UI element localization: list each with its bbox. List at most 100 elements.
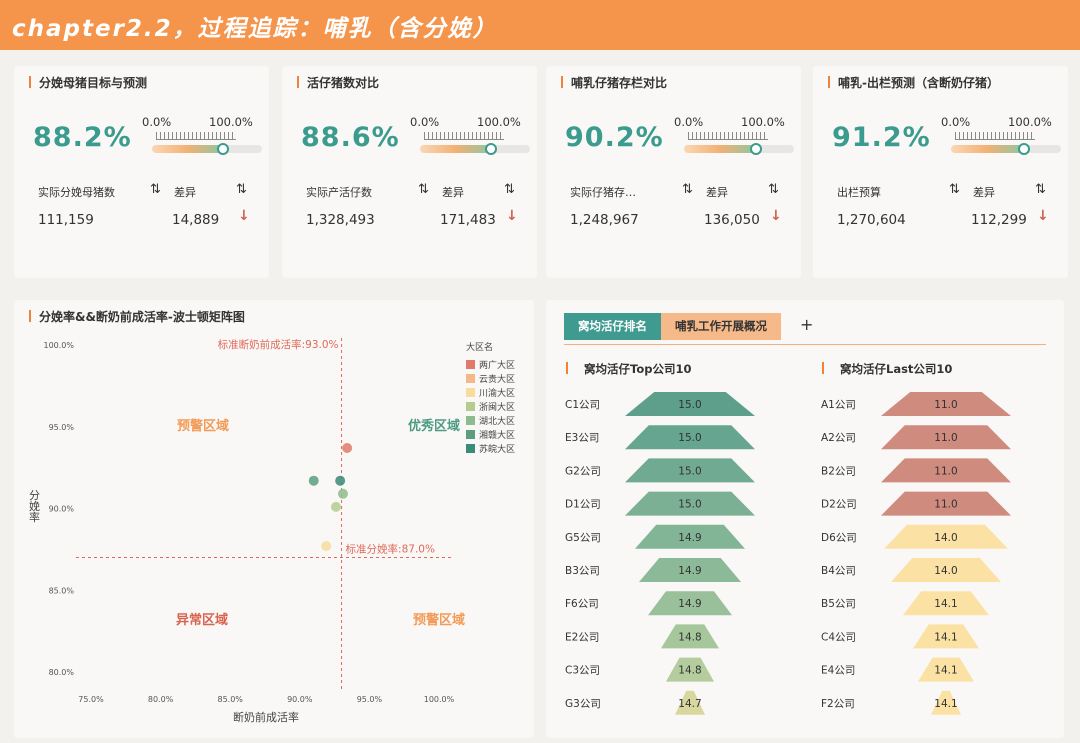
- funnel-value: 11.0: [934, 499, 957, 511]
- gauge-knob: [1018, 143, 1030, 155]
- kpi-percent: 91.2%: [832, 122, 931, 153]
- gauge-ticks: [424, 132, 504, 140]
- kpi-title: 哺乳-出栏预测（含断奶仔猪）: [828, 74, 999, 91]
- gauge-min-label: 0.0%: [142, 115, 172, 129]
- scatter-point: [321, 541, 332, 552]
- scatter-point: [337, 488, 348, 499]
- funnel-category: D6公司: [821, 532, 857, 544]
- col-label-actual: 出栏预算: [837, 186, 881, 199]
- legend-label: 两广大区: [479, 359, 515, 371]
- arrow-down-icon: ↓: [1037, 208, 1049, 224]
- quadrant-label-bottom-right: 预警区域: [413, 612, 465, 628]
- gauge-fill: [684, 145, 756, 153]
- x-reference-label: 标准断奶前成活率:93.0%: [218, 338, 339, 351]
- y-reference-label: 标准分娩率:87.0%: [346, 543, 435, 556]
- funnel-category: A2公司: [821, 432, 856, 444]
- funnel-value: 14.8: [678, 665, 701, 677]
- y-tick-label: 95.0%: [49, 423, 75, 432]
- diff-value: 112,299: [971, 212, 1027, 228]
- x-tick-label: 95.0%: [357, 695, 383, 704]
- x-tick-label: 100.0%: [424, 695, 455, 704]
- sort-icon[interactable]: ⇅: [949, 183, 960, 196]
- x-tick-label: 75.0%: [78, 695, 104, 704]
- sort-icon[interactable]: ⇅: [504, 183, 515, 196]
- funnel-category: G3公司: [565, 698, 601, 710]
- sort-icon[interactable]: ⇅: [236, 183, 247, 196]
- y-axis-title: 分娩率: [28, 489, 41, 523]
- diff-value: 14,889: [172, 212, 220, 228]
- quadrant-label-top-left: 预警区域: [177, 418, 229, 434]
- funnel-category: D1公司: [565, 499, 601, 511]
- scatter-point: [342, 443, 353, 454]
- gauge-knob: [485, 143, 497, 155]
- x-tick-label: 90.0%: [287, 695, 313, 704]
- gauge-min-label: 0.0%: [410, 115, 440, 129]
- funnel-category: E3公司: [565, 432, 599, 444]
- y-tick-label: 90.0%: [49, 505, 75, 514]
- gauge-ticks: [688, 132, 768, 140]
- col-label-diff: 差异: [706, 186, 728, 199]
- x-tick-label: 85.0%: [217, 695, 243, 704]
- funnel-value: 11.0: [934, 465, 957, 477]
- boston-matrix-chart: 75.0% 80.0% 85.0% 90.0% 95.0% 100.0% 100.0% 95.…: [28, 338, 515, 724]
- legend-label: 云贵大区: [479, 373, 515, 385]
- col-label-actual: 实际分娩母猪数: [38, 186, 115, 199]
- funnel-category: B4公司: [821, 565, 856, 577]
- legend-title: 大区名: [466, 341, 493, 353]
- funnel-category: F2公司: [821, 698, 855, 710]
- funnel-category: A1公司: [821, 399, 856, 411]
- diff-value: 171,483: [440, 212, 496, 228]
- actual-value: 1,328,493: [306, 212, 375, 228]
- arrow-down-icon: ↓: [770, 208, 782, 224]
- legend-label: 川渝大区: [479, 387, 515, 399]
- col-label-actual: 实际仔猪存…: [570, 186, 636, 199]
- scatter-point: [330, 501, 341, 512]
- funnel-value: 11.0: [934, 432, 957, 444]
- funnel-value: 14.0: [934, 565, 957, 577]
- kpi-card: 哺乳仔猪存栏对比 90.2% 0.0% 100.0% 实际仔猪存… ⇅ 差异 ⇅ 1,248,9…: [546, 66, 801, 278]
- kpi-title: 哺乳仔猪存栏对比: [561, 74, 667, 91]
- ranking-funnels: C1公司 15.0 E3公司 15.0 G2公司 15.0 D1公司 15.0 G5公司 14.9…: [565, 392, 1011, 715]
- kpi-percent: 88.6%: [301, 122, 400, 153]
- scatter-point: [335, 475, 346, 486]
- funnel-value: 14.0: [934, 532, 957, 544]
- funnel-value: 14.1: [934, 698, 957, 710]
- legend-swatch: [466, 416, 475, 425]
- legend-label: 浙闽大区: [479, 401, 515, 413]
- x-tick-label: 80.0%: [148, 695, 174, 704]
- sort-icon[interactable]: ⇅: [682, 183, 693, 196]
- gauge-min-label: 0.0%: [941, 115, 971, 129]
- funnel-value: 14.1: [934, 598, 957, 610]
- actual-value: 111,159: [38, 212, 94, 228]
- gauge-track: [684, 143, 794, 155]
- sort-icon[interactable]: ⇅: [150, 183, 161, 196]
- x-axis-title: 断奶前成活率: [233, 710, 299, 724]
- col-label-diff: 差异: [973, 186, 995, 199]
- sort-icon[interactable]: ⇅: [418, 183, 429, 196]
- funnel-category: E4公司: [821, 665, 855, 677]
- diff-value: 136,050: [704, 212, 760, 228]
- funnel-category: E2公司: [565, 631, 599, 643]
- gauge-knob: [750, 143, 762, 155]
- gauge-ticks: [156, 132, 236, 140]
- funnel-category: G2公司: [565, 465, 601, 477]
- legend-label: 湘赣大区: [479, 429, 515, 441]
- col-label-diff: 差异: [442, 186, 464, 199]
- funnel-value: 14.1: [934, 665, 957, 677]
- ranking-card: 窝均活仔排名 哺乳工作开展概况 + 窝均活仔Top公司10 窝均活仔Last公司…: [546, 300, 1064, 738]
- sort-icon[interactable]: ⇅: [768, 183, 779, 196]
- funnel-value: 11.0: [934, 399, 957, 411]
- kpi-percent: 88.2%: [33, 122, 132, 153]
- kpi-card: 活仔猪数对比 88.6% 0.0% 100.0% 实际产活仔数 ⇅ 差异 ⇅ 1,328,493…: [282, 66, 537, 278]
- funnel-value: 14.9: [678, 532, 701, 544]
- quadrant-label-top-right: 优秀区域: [408, 418, 460, 434]
- header-bar: chapter2.2，过程追踪：哺乳（含分娩）: [0, 0, 1080, 50]
- gauge-track: [152, 143, 262, 155]
- sort-icon[interactable]: ⇅: [1035, 183, 1046, 196]
- actual-value: 1,248,967: [570, 212, 639, 228]
- page-title: chapter2.2，过程追踪：哺乳（含分娩）: [12, 16, 498, 42]
- funnel-category: C3公司: [565, 665, 600, 677]
- legend-swatch: [466, 388, 475, 397]
- legend-swatch: [466, 360, 475, 369]
- legend-swatch: [466, 444, 475, 453]
